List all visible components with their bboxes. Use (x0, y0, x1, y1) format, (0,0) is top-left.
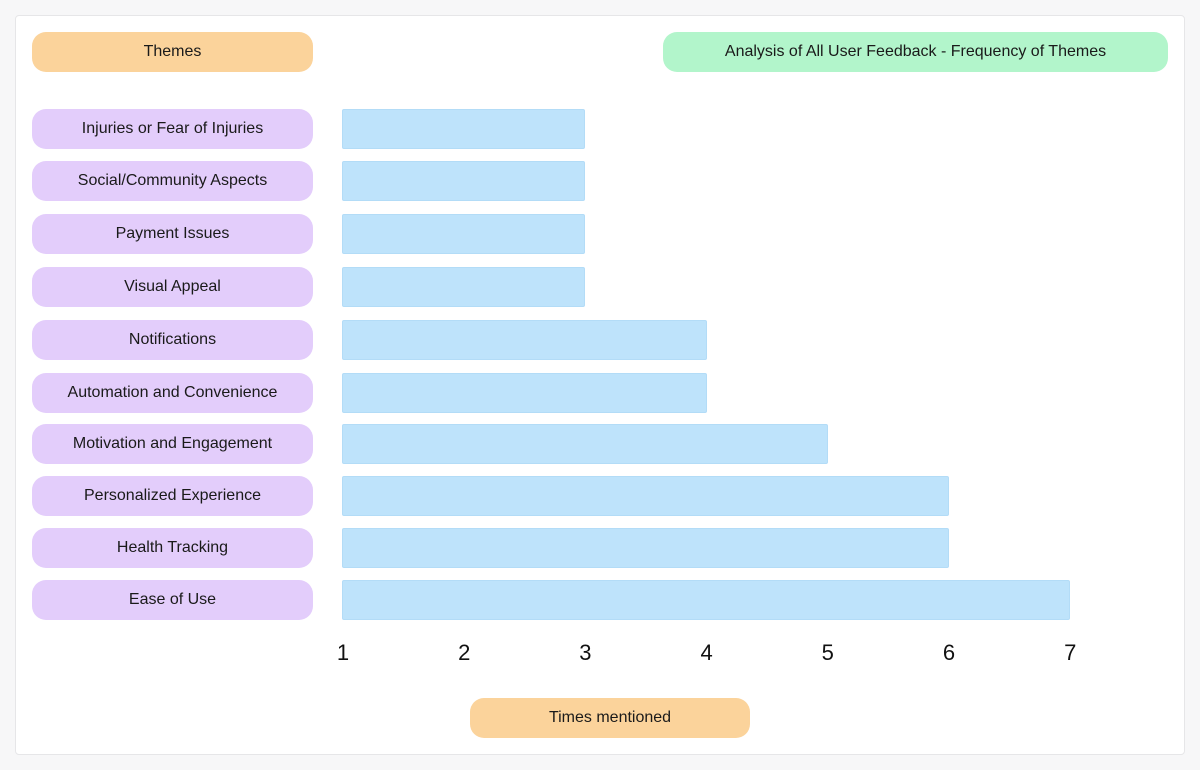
x-axis-title: Times mentioned (470, 698, 750, 738)
bar (342, 476, 949, 516)
y-axis-title: Themes (32, 32, 313, 72)
x-tick-label: 3 (579, 640, 592, 665)
x-tick-label: 5 (821, 640, 834, 665)
x-tick-label: 2 (458, 640, 471, 665)
chart-title: Analysis of All User Feedback - Frequenc… (663, 32, 1168, 72)
x-tick-label: 1 (336, 640, 350, 665)
x-tick-label: 4 (700, 640, 713, 665)
x-tick-label: 6 (942, 640, 956, 665)
category-label: Ease of Use (32, 580, 313, 620)
category-label: Notifications (32, 320, 313, 360)
category-label: Health Tracking (32, 528, 313, 568)
bar (342, 109, 586, 149)
bar (342, 424, 828, 464)
bar (342, 373, 707, 413)
x-tick-label: 7 (1064, 640, 1077, 665)
bar (342, 214, 586, 254)
category-label: Motivation and Engagement (32, 424, 313, 464)
bar (342, 161, 586, 201)
category-label: Personalized Experience (32, 476, 313, 516)
category-label: Social/Community Aspects (32, 161, 313, 201)
category-label: Payment Issues (32, 214, 313, 254)
bar (342, 320, 707, 360)
category-label: Injuries or Fear of Injuries (32, 109, 313, 149)
category-label: Automation and Convenience (32, 373, 313, 413)
category-label: Visual Appeal (32, 267, 313, 307)
bar (342, 580, 1071, 620)
bar (342, 528, 949, 568)
bar (342, 267, 586, 307)
